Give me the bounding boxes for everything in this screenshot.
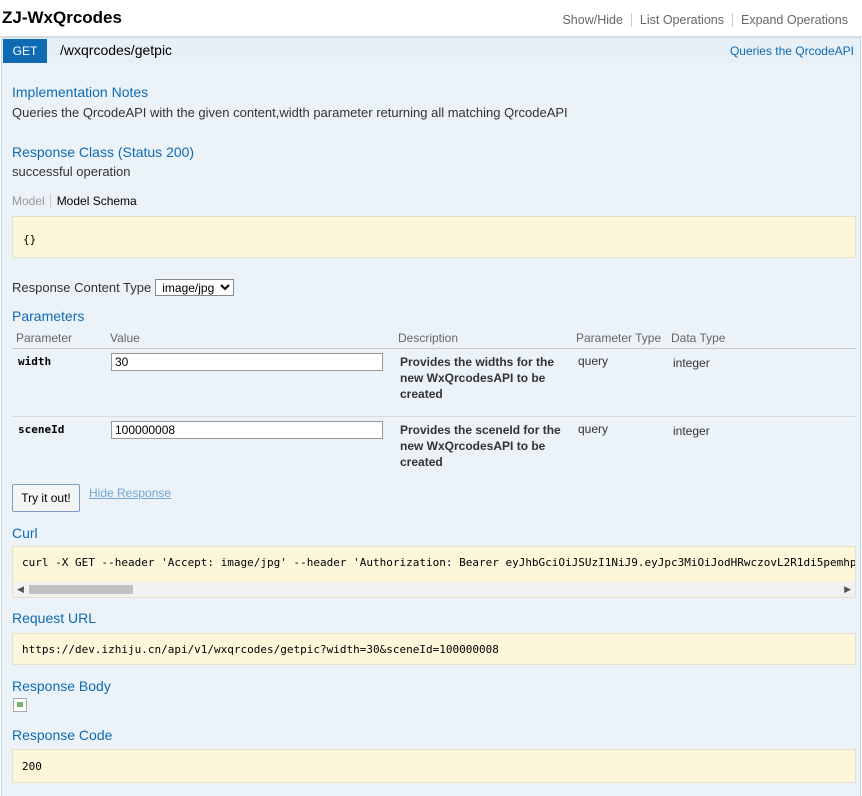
col-parameter: Parameter	[16, 331, 73, 345]
curl-heading: Curl	[12, 525, 38, 541]
request-url-box: https://dev.izhiju.cn/api/v1/wxqrcodes/g…	[12, 633, 856, 665]
tab-model-schema[interactable]: Model Schema	[51, 194, 137, 208]
operation-content: Implementation Notes Queries the QrcodeA…	[1, 63, 861, 796]
broken-image-icon	[13, 698, 27, 712]
implementation-notes-heading: Implementation Notes	[12, 84, 149, 100]
http-method-badge[interactable]: GET	[3, 39, 47, 63]
try-it-out-button[interactable]: Try it out!	[12, 484, 80, 512]
list-operations-link[interactable]: List Operations	[630, 13, 732, 27]
col-value: Value	[110, 331, 140, 345]
col-description: Description	[398, 331, 459, 345]
param-desc-width: Provides the widths for the new WxQrcode…	[400, 355, 555, 401]
operation-bar[interactable]: GET /wxqrcodes/getpic Queries the Qrcode…	[1, 37, 861, 63]
response-body-heading: Response Body	[12, 678, 111, 694]
implementation-notes-text: Queries the QrcodeAPI with the given con…	[12, 105, 568, 120]
response-class-text: successful operation	[12, 164, 131, 179]
curl-horizontal-scrollbar[interactable]: ◀ ▶	[13, 582, 855, 597]
data-type-width: integer	[673, 356, 710, 370]
api-title[interactable]: ZJ-WxQrcodes	[2, 8, 122, 28]
param-desc-sceneid: Provides the sceneId for the new WxQrcod…	[400, 423, 561, 469]
curl-box: curl -X GET --header 'Accept: image/jpg'…	[12, 546, 856, 598]
tab-model[interactable]: Model	[12, 194, 51, 208]
scroll-right-icon[interactable]: ▶	[844, 584, 851, 595]
model-schema-box: {}	[12, 216, 856, 258]
model-schema-text: {}	[23, 233, 37, 246]
row-divider	[12, 416, 856, 417]
curl-command: curl -X GET --header 'Accept: image/jpg'…	[22, 556, 856, 569]
response-class-heading: Response Class (Status 200)	[12, 144, 195, 160]
col-parameter-type: Parameter Type	[576, 331, 662, 345]
param-name-sceneid: sceneId	[18, 423, 65, 436]
response-content-type-row: Response Content Type image/jpg	[12, 279, 235, 296]
param-type-sceneid: query	[578, 422, 609, 436]
response-content-type-label: Response Content Type	[12, 280, 152, 295]
response-code-heading: Response Code	[12, 727, 113, 743]
scrollbar-thumb[interactable]	[29, 585, 133, 594]
response-code-text: 200	[22, 760, 42, 773]
show-hide-link[interactable]: Show/Hide	[554, 13, 630, 27]
scroll-left-icon[interactable]: ◀	[17, 584, 24, 595]
param-input-sceneid[interactable]	[111, 421, 383, 439]
param-type-width: query	[578, 354, 609, 368]
operation-summary[interactable]: Queries the QrcodeAPI	[730, 44, 854, 58]
model-tabs: Model Model Schema	[12, 194, 137, 208]
param-input-width[interactable]	[111, 353, 383, 371]
parameters-table-header: Parameter Value Description Parameter Ty…	[12, 329, 856, 349]
parameters-heading: Parameters	[12, 308, 85, 324]
param-name-width: width	[18, 355, 52, 368]
api-header: ZJ-WxQrcodes Show/Hide List Operations E…	[0, 0, 862, 37]
response-code-box: 200	[12, 749, 856, 783]
hide-response-link[interactable]: Hide Response	[89, 486, 171, 500]
data-type-sceneid: integer	[673, 424, 710, 438]
request-url-heading: Request URL	[12, 610, 97, 626]
expand-operations-link[interactable]: Expand Operations	[731, 13, 856, 27]
request-url-text: https://dev.izhiju.cn/api/v1/wxqrcodes/g…	[22, 643, 499, 656]
operation-path[interactable]: /wxqrcodes/getpic	[60, 42, 172, 58]
response-content-type-select[interactable]: image/jpg	[155, 279, 235, 296]
header-links: Show/Hide List Operations Expand Operati…	[554, 13, 856, 27]
col-data-type: Data Type	[671, 331, 726, 345]
